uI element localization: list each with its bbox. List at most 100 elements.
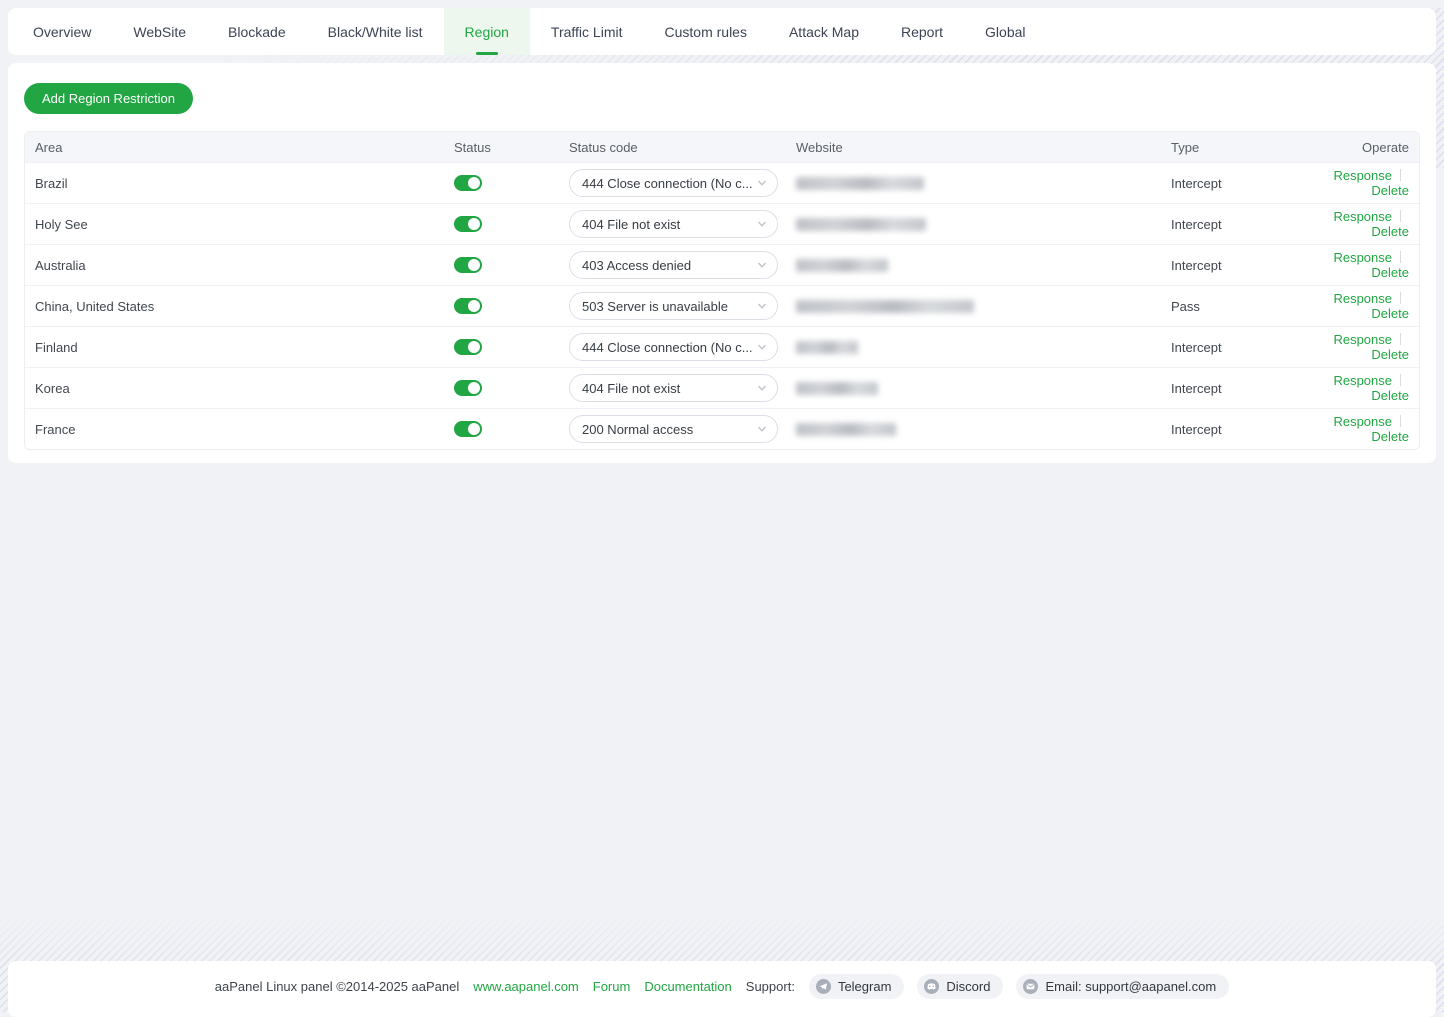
table-row: China, United States 503 Server is unava…: [25, 285, 1419, 326]
area-cell: Holy See: [25, 217, 454, 232]
tab-traffic-limit[interactable]: Traffic Limit: [530, 8, 644, 55]
telegram-icon: [816, 979, 831, 994]
tab-bar: Overview WebSite Blockade Black/White li…: [8, 8, 1436, 55]
type-cell: Intercept: [1171, 381, 1305, 396]
header-status-code: Status code: [569, 140, 796, 155]
chevron-down-icon: [757, 383, 767, 393]
response-link[interactable]: Response: [1333, 373, 1392, 388]
status-toggle[interactable]: [454, 380, 482, 396]
status-code-value: 404 File not exist: [582, 381, 757, 396]
support-label: Support:: [746, 979, 795, 994]
telegram-badge[interactable]: Telegram: [809, 974, 904, 999]
table-row: Holy See 404 File not exist Intercept Re…: [25, 203, 1419, 244]
discord-icon: [924, 979, 939, 994]
status-code-select[interactable]: 404 File not exist: [569, 210, 778, 238]
table-row: Australia 403 Access denied Intercept Re…: [25, 244, 1419, 285]
status-code-value: 403 Access denied: [582, 258, 757, 273]
status-code-select[interactable]: 403 Access denied: [569, 251, 778, 279]
toggle-knob: [468, 177, 480, 189]
type-cell: Intercept: [1171, 340, 1305, 355]
operate-divider: [1400, 415, 1401, 427]
delete-link[interactable]: Delete: [1371, 306, 1409, 321]
tab-website[interactable]: WebSite: [112, 8, 207, 55]
delete-link[interactable]: Delete: [1371, 429, 1409, 444]
status-toggle[interactable]: [454, 298, 482, 314]
email-label: Email: support@aapanel.com: [1045, 979, 1216, 994]
response-link[interactable]: Response: [1333, 291, 1392, 306]
delete-link[interactable]: Delete: [1371, 265, 1409, 280]
tab-custom-rules[interactable]: Custom rules: [644, 8, 768, 55]
toggle-knob: [468, 423, 480, 435]
status-code-select[interactable]: 444 Close connection (No c...: [569, 333, 778, 361]
website-blurred: [796, 218, 926, 231]
toggle-knob: [468, 341, 480, 353]
area-cell: China, United States: [25, 299, 454, 314]
status-code-select[interactable]: 404 File not exist: [569, 374, 778, 402]
status-toggle[interactable]: [454, 175, 482, 191]
forum-link[interactable]: Forum: [593, 979, 631, 994]
toggle-knob: [468, 218, 480, 230]
operate-divider: [1400, 374, 1401, 386]
response-link[interactable]: Response: [1333, 168, 1392, 183]
table-row: Finland 444 Close connection (No c... In…: [25, 326, 1419, 367]
status-toggle[interactable]: [454, 257, 482, 273]
website-blurred: [796, 382, 878, 395]
tab-overview[interactable]: Overview: [12, 8, 112, 55]
chevron-down-icon: [757, 424, 767, 434]
tab-black-white-list[interactable]: Black/White list: [307, 8, 444, 55]
website-blurred: [796, 259, 888, 272]
status-toggle[interactable]: [454, 421, 482, 437]
status-toggle[interactable]: [454, 339, 482, 355]
region-table: Area Status Status code Website Type Ope…: [24, 131, 1420, 450]
table-row: France 200 Normal access Intercept Respo…: [25, 408, 1419, 449]
email-badge[interactable]: Email: support@aapanel.com: [1016, 974, 1229, 999]
aapanel-site-link[interactable]: www.aapanel.com: [473, 979, 579, 994]
documentation-link[interactable]: Documentation: [644, 979, 731, 994]
tab-report[interactable]: Report: [880, 8, 964, 55]
add-region-restriction-button[interactable]: Add Region Restriction: [24, 83, 193, 114]
telegram-label: Telegram: [838, 979, 891, 994]
website-blurred: [796, 300, 974, 313]
operate-divider: [1400, 210, 1401, 222]
area-cell: Brazil: [25, 176, 454, 191]
status-code-select[interactable]: 503 Server is unavailable: [569, 292, 778, 320]
discord-badge[interactable]: Discord: [917, 974, 1003, 999]
tab-blockade[interactable]: Blockade: [207, 8, 307, 55]
header-operate: Operate: [1305, 140, 1419, 155]
region-panel: Add Region Restriction Area Status Statu…: [8, 63, 1436, 463]
header-website: Website: [796, 140, 1171, 155]
status-code-value: 444 Close connection (No c...: [582, 176, 757, 191]
tab-global[interactable]: Global: [964, 8, 1046, 55]
delete-link[interactable]: Delete: [1371, 347, 1409, 362]
response-link[interactable]: Response: [1333, 250, 1392, 265]
footer: aaPanel Linux panel ©2014-2025 aaPanel w…: [8, 961, 1436, 1017]
type-cell: Intercept: [1171, 258, 1305, 273]
status-toggle[interactable]: [454, 216, 482, 232]
operate-divider: [1400, 251, 1401, 263]
tab-region[interactable]: Region: [444, 8, 530, 55]
area-cell: France: [25, 422, 454, 437]
type-cell: Intercept: [1171, 176, 1305, 191]
delete-link[interactable]: Delete: [1371, 183, 1409, 198]
table-header-row: Area Status Status code Website Type Ope…: [25, 132, 1419, 162]
status-code-value: 444 Close connection (No c...: [582, 340, 757, 355]
response-link[interactable]: Response: [1333, 209, 1392, 224]
delete-link[interactable]: Delete: [1371, 224, 1409, 239]
website-blurred: [796, 177, 924, 190]
status-code-select[interactable]: 444 Close connection (No c...: [569, 169, 778, 197]
type-cell: Intercept: [1171, 422, 1305, 437]
email-icon: [1023, 979, 1038, 994]
website-blurred: [796, 423, 896, 436]
discord-label: Discord: [946, 979, 990, 994]
area-cell: Finland: [25, 340, 454, 355]
tab-attack-map[interactable]: Attack Map: [768, 8, 880, 55]
chevron-down-icon: [757, 301, 767, 311]
website-blurred: [796, 341, 858, 354]
response-link[interactable]: Response: [1333, 414, 1392, 429]
chevron-down-icon: [757, 178, 767, 188]
status-code-value: 503 Server is unavailable: [582, 299, 757, 314]
status-code-select[interactable]: 200 Normal access: [569, 415, 778, 443]
response-link[interactable]: Response: [1333, 332, 1392, 347]
delete-link[interactable]: Delete: [1371, 388, 1409, 403]
area-cell: Korea: [25, 381, 454, 396]
